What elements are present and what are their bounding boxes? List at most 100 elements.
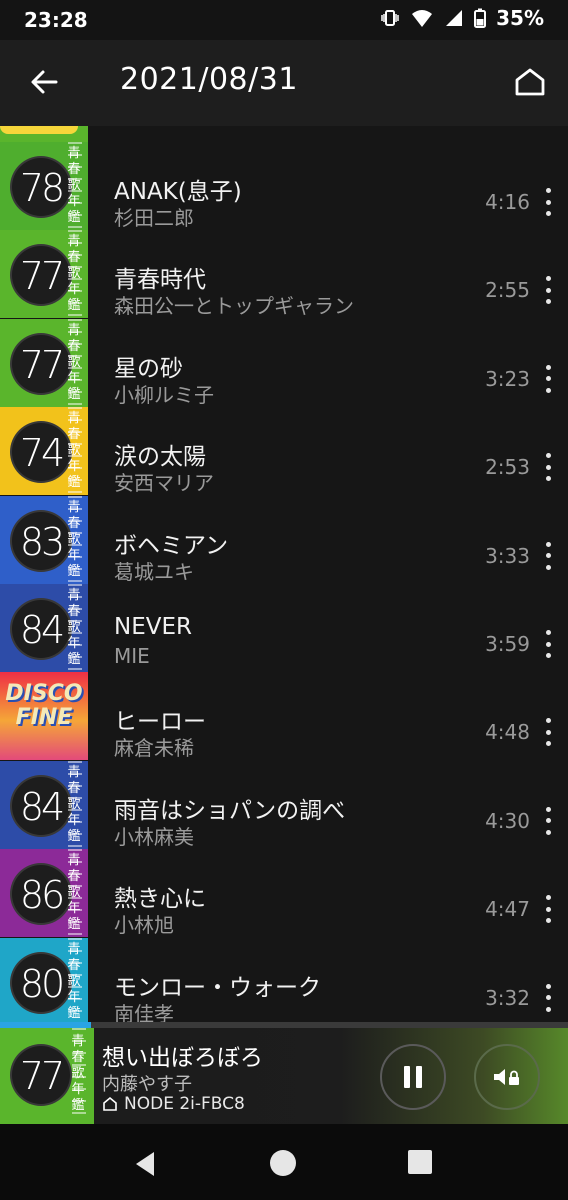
navigation-bar (0, 1124, 568, 1200)
track-list[interactable]: 78 青春歌年鑑 ANAK(息子) 杉田二郎 4:16 77 青春歌年鑑青春時代 森田公一とト… (0, 126, 568, 1022)
track-row[interactable]: 77 青春歌年鑑星の砂 小柳ルミ子 3:23 (0, 318, 568, 407)
album-art-series: 青春歌年鑑 (67, 146, 81, 225)
track-duration: 3:32 (485, 985, 530, 1010)
track-title: ボヘミアン (114, 532, 229, 559)
album-art: 84 青春歌年鑑 (0, 760, 88, 849)
battery-percent: 35% (496, 6, 544, 30)
nav-home-icon[interactable] (270, 1150, 296, 1176)
signal-icon (444, 8, 464, 28)
more-options-icon[interactable] (538, 716, 558, 748)
app-bar: 2021/08/31 (0, 40, 568, 126)
more-options-icon[interactable] (538, 186, 558, 218)
status-bar: 23:28 35% (0, 0, 568, 40)
track-duration: 4:16 (485, 190, 530, 214)
track-title: ANAK(息子) (114, 179, 242, 205)
now-playing-title: 想い出ぼろぼろ (102, 1045, 263, 1071)
album-art-year: 78 (19, 166, 65, 210)
album-art-series: 青春歌年鑑 (67, 853, 81, 933)
album-art: 77 青春歌年鑑 (0, 230, 88, 319)
track-row[interactable]: 78 青春歌年鑑 ANAK(息子) 杉田二郎 4:16 (0, 142, 568, 230)
track-artist: 杉田二郎 (114, 206, 194, 230)
album-art-series: 青春歌年鑑 (67, 764, 81, 844)
track-artist: 安西マリア (114, 471, 214, 496)
home-button[interactable] (510, 62, 550, 102)
album-art: 80 青春歌年鑑 (0, 937, 88, 1022)
track-title: NEVER (114, 614, 192, 640)
album-art-year: 77 (19, 254, 65, 299)
home-icon (515, 68, 545, 96)
pause-icon (404, 1066, 422, 1088)
album-art: DISCO FINE (0, 672, 88, 761)
album-art-series: 青春歌年鑑 (67, 499, 81, 579)
track-row[interactable]: DISCO FINE ヒーロー 麻倉未稀 4:48 (0, 672, 568, 761)
now-playing-art-year: 77 (19, 1054, 65, 1098)
track-duration: 4:47 (485, 897, 530, 922)
more-options-icon[interactable] (538, 274, 558, 306)
track-artist: 葛城ユキ (114, 559, 194, 584)
arrow-left-icon (31, 70, 58, 94)
album-art-series: 青春歌年鑑 (67, 588, 81, 667)
now-playing-bar[interactable]: 77 青春歌年鑑 想い出ぼろぼろ 内藤やす子 NODE 2i-FBC8 (0, 1022, 568, 1124)
album-art: 83 青春歌年鑑 (0, 495, 88, 584)
pause-button[interactable] (380, 1044, 446, 1110)
album-art-year: 74 (19, 431, 65, 476)
track-duration: 3:23 (485, 366, 530, 391)
track-row[interactable]: 83 青春歌年鑑ボヘミアン 葛城ユキ 3:33 (0, 495, 568, 584)
track-row[interactable]: 74 青春歌年鑑涙の太陽 安西マリア 2:53 (0, 407, 568, 496)
track-duration: 2:53 (485, 455, 530, 480)
album-art: 86 青春歌年鑑 (0, 849, 88, 938)
more-options-icon[interactable] (538, 363, 558, 395)
wifi-icon (410, 8, 434, 28)
volume-lock-button[interactable] (474, 1044, 540, 1110)
track-artist: 麻倉未稀 (114, 736, 194, 761)
now-playing-album-art: 77 青春歌年鑑 (0, 1028, 94, 1124)
album-art-series: 青春歌年鑑 (67, 411, 81, 491)
track-artist: 南佳孝 (114, 1001, 174, 1022)
album-art-peek (0, 126, 88, 142)
track-row[interactable]: 84 青春歌年鑑雨音はショパンの調べ 小林麻美 4:30 (0, 760, 568, 849)
now-playing-device: NODE 2i-FBC8 (102, 1094, 245, 1114)
more-options-icon[interactable] (538, 982, 558, 1014)
track-duration: 2:55 (485, 278, 530, 303)
more-options-icon[interactable] (538, 805, 558, 837)
track-duration: 4:30 (485, 808, 530, 833)
home-icon (103, 1096, 117, 1111)
track-artist: MIE (114, 644, 150, 668)
track-artist: 小柳ルミ子 (114, 382, 214, 407)
track-row[interactable]: 77 青春歌年鑑青春時代 森田公一とトップギャラン 2:55 (0, 230, 568, 319)
track-title: モンロー・ウォーク (114, 974, 321, 1001)
track-title: 星の砂 (114, 355, 183, 382)
volume-lock-icon (494, 1069, 519, 1085)
status-icons: 35% (380, 6, 544, 30)
more-options-icon[interactable] (538, 540, 558, 572)
vibrate-icon (380, 8, 400, 28)
album-art-series: 青春歌年鑑 (67, 234, 81, 314)
more-options-icon[interactable] (538, 451, 558, 483)
track-artist: 小林麻美 (114, 824, 194, 849)
track-title: 涙の太陽 (114, 444, 206, 471)
track-row[interactable]: 84 青春歌年鑑 NEVER MIE 3:59 (0, 584, 568, 672)
album-art: 74 青春歌年鑑 (0, 407, 88, 496)
track-row[interactable]: 86 青春歌年鑑熱き心に 小林旭 4:47 (0, 849, 568, 938)
album-art-year: 77 (19, 342, 65, 387)
track-duration: 3:59 (485, 632, 530, 656)
album-art-logo: DISCO FINE (5, 681, 83, 731)
album-art-year: 83 (19, 519, 65, 564)
track-title: ヒーロー (114, 709, 206, 736)
more-options-icon[interactable] (538, 893, 558, 925)
track-artist: 小林旭 (114, 913, 174, 938)
track-row[interactable]: 80 青春歌年鑑モンロー・ウォーク 南佳孝 3:32 (0, 937, 568, 1022)
more-options-icon[interactable] (538, 628, 558, 660)
status-time: 23:28 (24, 8, 88, 32)
page-title: 2021/08/31 (120, 62, 298, 97)
back-button[interactable] (24, 62, 64, 102)
nav-back-icon[interactable] (130, 1148, 162, 1180)
nav-recents-icon[interactable] (408, 1150, 432, 1174)
album-art-year: 80 (19, 961, 65, 1006)
track-duration: 4:48 (485, 720, 530, 745)
track-title: 熱き心に (114, 886, 206, 913)
album-art-year: 84 (19, 784, 65, 829)
now-playing-artist: 内藤やす子 (102, 1074, 192, 1095)
album-art: 84 青春歌年鑑 (0, 584, 88, 672)
album-art: 77 青春歌年鑑 (0, 318, 88, 407)
